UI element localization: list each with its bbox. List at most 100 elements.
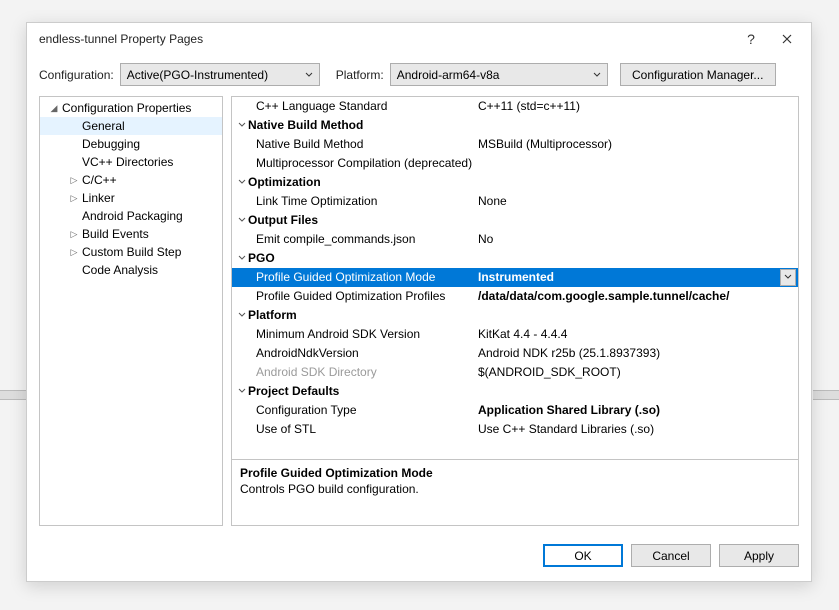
expand-icon[interactable]: ▷ [68, 229, 80, 240]
apply-button[interactable]: Apply [719, 544, 799, 567]
close-icon [782, 34, 792, 44]
configuration-combo[interactable]: Active(PGO-Instrumented) [120, 63, 320, 86]
property-label: Emit compile_commands.json [256, 232, 415, 246]
property-label: Configuration Type [256, 403, 357, 417]
tree-root[interactable]: ◢ Configuration Properties [40, 99, 222, 117]
property-group[interactable]: Output Files [232, 211, 798, 230]
close-button[interactable] [769, 25, 805, 53]
tree-item[interactable]: ▷Build Events [40, 225, 222, 243]
property-row[interactable]: C++ Language Standard C++11 (std=c++11) [232, 97, 798, 116]
property-row[interactable]: Profile Guided Optimization Mode Instrume… [232, 268, 798, 287]
property-row[interactable]: Use of STL Use C++ Standard Libraries (.s… [232, 420, 798, 439]
property-label: Profile Guided Optimization Profiles [256, 289, 445, 303]
property-row[interactable]: Emit compile_commands.json No [232, 230, 798, 249]
property-value: No [478, 232, 798, 246]
chevron-down-icon [305, 68, 313, 82]
group-label: Native Build Method [248, 118, 363, 132]
tree-item-label: Android Packaging [80, 209, 183, 223]
configuration-value: Active(PGO-Instrumented) [127, 68, 268, 82]
collapse-icon[interactable]: ◢ [48, 103, 60, 114]
description-title: Profile Guided Optimization Mode [240, 466, 790, 480]
ok-button[interactable]: OK [543, 544, 623, 567]
property-value: $(ANDROID_SDK_ROOT) [478, 365, 798, 379]
collapse-icon[interactable] [232, 254, 248, 262]
property-value: Android NDK r25b (25.1.8937393) [478, 346, 798, 360]
titlebar: endless-tunnel Property Pages ? [27, 23, 811, 55]
tree-item[interactable]: Code Analysis [40, 261, 222, 279]
tree-item[interactable]: VC++ Directories [40, 153, 222, 171]
tree-item[interactable]: ▷C/C++ [40, 171, 222, 189]
dropdown-button[interactable] [780, 269, 796, 286]
property-value: KitKat 4.4 - 4.4.4 [478, 327, 798, 341]
tree-item[interactable]: Debugging [40, 135, 222, 153]
configuration-label: Configuration: [39, 68, 114, 82]
property-group[interactable]: Project Defaults [232, 382, 798, 401]
content-area: ◢ Configuration Properties General Debugg… [27, 96, 811, 534]
property-group[interactable]: Optimization [232, 173, 798, 192]
tree-item[interactable]: ▷Linker [40, 189, 222, 207]
tree-item[interactable]: Android Packaging [40, 207, 222, 225]
dialog-footer: OK Cancel Apply [27, 534, 811, 581]
expand-icon[interactable]: ▷ [68, 247, 80, 258]
property-row[interactable]: Configuration Type Application Shared Lib… [232, 401, 798, 420]
tree-root-label: Configuration Properties [60, 101, 191, 115]
property-group[interactable]: Platform [232, 306, 798, 325]
property-label: Use of STL [256, 422, 316, 436]
property-label: C++ Language Standard [256, 99, 387, 113]
group-label: Project Defaults [248, 384, 339, 398]
tree-item-label: General [80, 119, 125, 133]
tree-item[interactable]: ▷Custom Build Step [40, 243, 222, 261]
toolbar: Configuration: Active(PGO-Instrumented) … [27, 55, 811, 96]
cancel-button[interactable]: Cancel [631, 544, 711, 567]
tree-item-label: Custom Build Step [80, 245, 181, 259]
tree-item-label: Linker [80, 191, 115, 205]
category-tree[interactable]: ◢ Configuration Properties General Debugg… [39, 96, 223, 526]
property-grid-area: C++ Language Standard C++11 (std=c++11) Na… [231, 96, 799, 526]
property-row[interactable]: AndroidNdkVersion Android NDK r25b (25.1.… [232, 344, 798, 363]
chevron-down-icon [784, 273, 792, 281]
collapse-icon[interactable] [232, 121, 248, 129]
platform-combo[interactable]: Android-arm64-v8a [390, 63, 608, 86]
property-value: C++11 (std=c++11) [478, 99, 798, 113]
tree-item-label: C/C++ [80, 173, 117, 187]
expand-icon[interactable]: ▷ [68, 175, 80, 186]
tree-item[interactable]: General [40, 117, 222, 135]
property-pages-dialog: endless-tunnel Property Pages ? Configur… [26, 22, 812, 582]
property-row[interactable]: Android SDK Directory $(ANDROID_SDK_ROOT) [232, 363, 798, 382]
collapse-icon[interactable] [232, 178, 248, 186]
description-panel: Profile Guided Optimization Mode Control… [231, 460, 799, 526]
configuration-manager-button[interactable]: Configuration Manager... [620, 63, 776, 86]
property-value: None [478, 194, 798, 208]
tree-item-label: Debugging [80, 137, 140, 151]
property-row[interactable]: Multiprocessor Compilation (deprecated) [232, 154, 798, 173]
window-title: endless-tunnel Property Pages [39, 32, 733, 46]
property-group[interactable]: PGO [232, 249, 798, 268]
property-value: Use C++ Standard Libraries (.so) [478, 422, 798, 436]
property-label: Android SDK Directory [256, 365, 377, 379]
group-label: Output Files [248, 213, 318, 227]
property-label: Link Time Optimization [256, 194, 377, 208]
collapse-icon[interactable] [232, 311, 248, 319]
property-value: /data/data/com.google.sample.tunnel/cach… [478, 289, 798, 303]
collapse-icon[interactable] [232, 387, 248, 395]
property-grid[interactable]: C++ Language Standard C++11 (std=c++11) Na… [231, 96, 799, 460]
platform-label: Platform: [336, 68, 384, 82]
help-button[interactable]: ? [733, 25, 769, 53]
property-label: Profile Guided Optimization Mode [256, 270, 435, 284]
property-value: MSBuild (Multiprocessor) [478, 137, 798, 151]
property-row[interactable]: Native Build Method MSBuild (Multiprocess… [232, 135, 798, 154]
property-label: Multiprocessor Compilation (deprecated) [256, 156, 472, 170]
property-value: Application Shared Library (.so) [478, 403, 798, 417]
property-value: Instrumented [478, 270, 798, 284]
tree-item-label: Build Events [80, 227, 149, 241]
group-label: Optimization [248, 175, 321, 189]
property-group[interactable]: Native Build Method [232, 116, 798, 135]
description-text: Controls PGO build configuration. [240, 482, 790, 496]
collapse-icon[interactable] [232, 216, 248, 224]
property-row[interactable]: Link Time Optimization None [232, 192, 798, 211]
property-row[interactable]: Minimum Android SDK VersionKitKat 4.4 - … [232, 325, 798, 344]
property-label: AndroidNdkVersion [256, 346, 359, 360]
property-row[interactable]: Profile Guided Optimization Profiles/dat… [232, 287, 798, 306]
expand-icon[interactable]: ▷ [68, 193, 80, 204]
property-label: Native Build Method [256, 137, 363, 151]
